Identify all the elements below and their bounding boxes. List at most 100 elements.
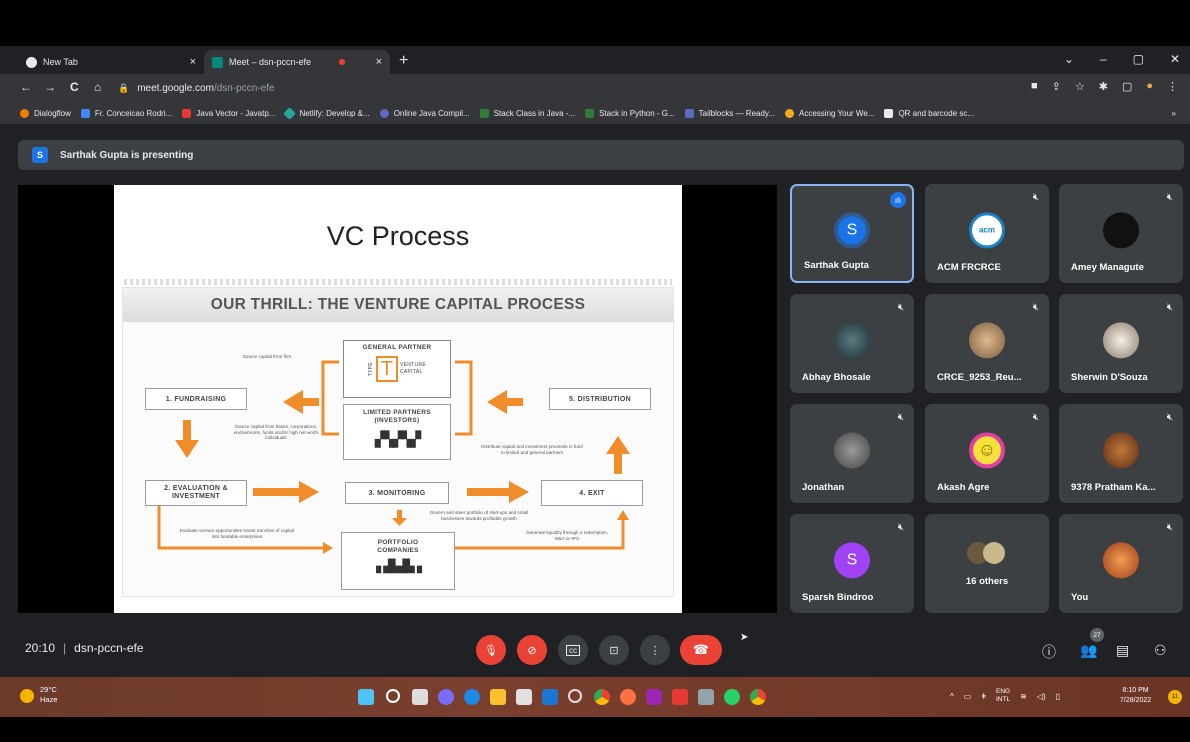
camera-indicator-icon[interactable]: ■: [1031, 80, 1038, 93]
volume-icon[interactable]: ◁): [1037, 692, 1046, 701]
participant-name: You: [1071, 592, 1089, 603]
teams-chat-icon[interactable]: [438, 689, 454, 705]
bookmark-dialogflow[interactable]: Dialogflow: [20, 108, 71, 118]
note-liquidity: Generate liquidity through a redemption,…: [526, 530, 608, 541]
close-window-button[interactable]: ✕: [1170, 52, 1180, 66]
arrow-up-exit: [606, 436, 630, 474]
bookmark-netlify[interactable]: Netlify: Develop &...: [283, 106, 370, 120]
side-panel-icon[interactable]: ▢: [1122, 80, 1132, 93]
start-icon[interactable]: [358, 689, 374, 705]
power-icon[interactable]: ▯: [1056, 692, 1060, 701]
line-eval-portfolio: [157, 506, 323, 550]
activities-button[interactable]: ⚇: [1154, 642, 1167, 659]
app-icon[interactable]: [646, 689, 662, 705]
chrome-profile-icon[interactable]: [750, 689, 766, 705]
arrow-monitoring-exit: [467, 481, 529, 503]
home-button[interactable]: ⌂: [94, 80, 101, 94]
extensions-icon[interactable]: ✱: [1099, 80, 1108, 93]
bookmark-qr-barcode[interactable]: QR and barcode sc...: [884, 108, 974, 118]
others-count: 16 others: [965, 576, 1009, 587]
participant-tile-jonathan[interactable]: 🔇︎ Jonathan: [790, 404, 914, 503]
presentation-stage: VC Process OUR THRILL: THE VENTURE CAPIT…: [18, 185, 777, 613]
task-view-icon[interactable]: [412, 689, 428, 705]
edge-icon[interactable]: [464, 689, 480, 705]
participant-tile-sparsh[interactable]: 🔇︎ S Sparsh Bindroo: [790, 514, 914, 613]
participant-tile-akash[interactable]: 🔇︎ ☺ Akash Agre: [925, 404, 1049, 503]
avatar: S: [834, 211, 870, 248]
close-tab-icon[interactable]: ×: [190, 56, 196, 68]
back-button[interactable]: ←: [20, 80, 32, 94]
participant-tile-crce-9253[interactable]: 🔇︎ CRCE_9253_Reu...: [925, 294, 1049, 393]
share-icon[interactable]: ⇪: [1052, 80, 1061, 93]
profile-avatar-icon[interactable]: ●: [1146, 80, 1153, 93]
participant-tile-abhay[interactable]: 🔇︎ Abhay Bhosale: [790, 294, 914, 393]
battery-icon[interactable]: ▭: [964, 692, 972, 701]
wifi-icon[interactable]: ≋: [1020, 692, 1027, 701]
bookmark-stack-java[interactable]: Stack Class in Java -...: [479, 108, 575, 118]
dell-icon[interactable]: [568, 689, 582, 703]
system-clock[interactable]: 8:10 PM 7/28/2022: [1120, 686, 1151, 706]
participant-tile-pratham[interactable]: 🔇︎ 9378 Pratham Ka...: [1059, 404, 1183, 503]
mail-icon[interactable]: [542, 689, 558, 705]
close-tab-icon[interactable]: ×: [376, 56, 382, 68]
participant-tile-sherwin[interactable]: 🔇︎ Sherwin D'Souza: [1059, 294, 1183, 393]
whatsapp-icon[interactable]: [724, 689, 740, 705]
portfolio-companies-box: PORTFOLIO COMPANIES ▖▟▙▟▙▗: [341, 532, 455, 590]
bookmark-stack-python[interactable]: Stack in Python - G...: [585, 108, 675, 118]
arrow-down-fundraising: [175, 420, 199, 458]
pen-icon: [884, 108, 894, 118]
bookmark-label: Dialogflow: [34, 108, 71, 118]
people-button[interactable]: 👥: [1080, 642, 1097, 659]
pen-icon[interactable]: ǂ: [981, 692, 986, 701]
participant-tile-you[interactable]: 🔇︎ You: [1059, 514, 1183, 613]
captions-button[interactable]: cc: [558, 635, 588, 665]
language-indicator[interactable]: ENG INTL: [996, 688, 1010, 704]
tab-search-icon[interactable]: ⌄: [1064, 52, 1074, 66]
new-tab-button[interactable]: +: [399, 52, 408, 70]
call-controls-bar: 20:10 | dsn-pccn-efe 🎙 ⊘ cc ⊡ ⋮ ☎ ➤ ⓘ 👥 …: [0, 626, 1190, 677]
file-explorer-icon[interactable]: [490, 689, 506, 705]
meeting-details-button[interactable]: ⓘ: [1042, 642, 1056, 662]
reload-button[interactable]: C: [70, 80, 79, 94]
type-venture-logo: TYPE T VENTURE CAPITAL: [344, 356, 450, 382]
chevron-up-icon[interactable]: ^: [950, 692, 954, 701]
bookmark-fr-conceicao[interactable]: Fr. Conceicao Rodri...: [80, 108, 172, 118]
camera-toggle-button[interactable]: ⊘: [517, 635, 547, 665]
participant-tile-sarthak[interactable]: ılı S Sarthak Gupta: [790, 184, 914, 283]
tab-meet[interactable]: Meet – dsn-pccn-efe ×: [204, 50, 390, 74]
search-icon[interactable]: [386, 689, 400, 703]
mic-off-icon: 🔇︎: [1032, 192, 1039, 203]
chrome-taskbar-icon[interactable]: [594, 689, 610, 705]
chat-button[interactable]: ▤: [1116, 642, 1129, 659]
notifications-badge[interactable]: 11: [1168, 690, 1182, 704]
participant-tile-amey[interactable]: 🔇︎ Amey Managute: [1059, 184, 1183, 283]
minimize-button[interactable]: –: [1100, 52, 1107, 66]
investors-silhouette-icon: ▞▚▞▚▞: [375, 431, 421, 447]
java-icon[interactable]: [672, 689, 688, 705]
app-icon[interactable]: [698, 689, 714, 705]
bookmark-star-icon[interactable]: ☆: [1075, 80, 1085, 93]
bookmark-java-compiler[interactable]: Online Java Compil...: [379, 108, 470, 118]
weather-widget[interactable]: 29°C Haze: [20, 685, 58, 705]
maximize-button[interactable]: ▢: [1133, 52, 1144, 66]
avatar: S: [834, 541, 870, 578]
mic-toggle-button[interactable]: 🎙: [476, 635, 506, 665]
firefox-icon[interactable]: [620, 689, 636, 705]
participant-tile-acm[interactable]: 🔇︎ acm ACM FRCRCE: [925, 184, 1049, 283]
more-bookmarks-button[interactable]: »: [1172, 109, 1176, 118]
more-options-button[interactable]: ⋮: [640, 635, 670, 665]
participant-tile-others[interactable]: 16 others: [925, 514, 1049, 613]
windows-taskbar: 29°C Haze ^ ▭ ǂ ENG INTL ≋ ◁) ▯ 8:10 PM 7/…: [0, 677, 1190, 717]
address-bar[interactable]: 🔒 meet.google.com/dsn-pccn-efe: [118, 78, 998, 98]
bookmark-javatpoint[interactable]: Java Vector - Javatp...: [182, 108, 275, 118]
distribution-box: 5. DISTRIBUTION: [549, 388, 651, 410]
bookmark-tailblocks[interactable]: Tailblocks — Ready...: [684, 108, 775, 118]
store-icon[interactable]: [516, 689, 532, 705]
forward-button[interactable]: →: [44, 80, 56, 94]
note-evaluate: Evaluate venture opportunities Invest tr…: [179, 528, 295, 539]
bookmark-accessing-your-web[interactable]: Accessing Your We...: [785, 108, 874, 118]
menu-icon[interactable]: ⋮: [1167, 80, 1178, 93]
leave-call-button[interactable]: ☎: [680, 635, 722, 665]
present-button[interactable]: ⊡: [599, 635, 629, 665]
tab-new-tab[interactable]: New Tab ×: [18, 50, 204, 74]
